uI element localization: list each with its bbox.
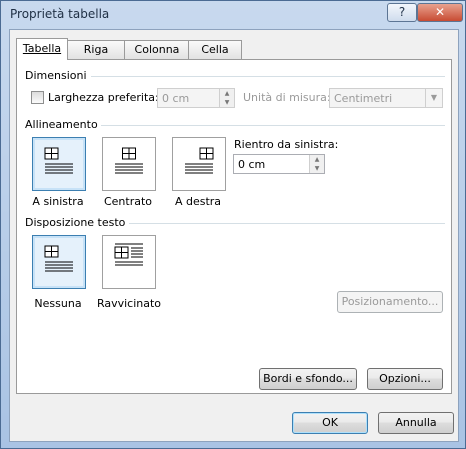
ok-button[interactable]: OK (292, 412, 368, 434)
align-right-button[interactable] (172, 137, 226, 191)
wrap-around-icon (114, 243, 143, 266)
tab-label: Tabella (22, 42, 62, 55)
chevron-down-icon: ▼ (425, 89, 442, 107)
group-label-allineamento: Allineamento (25, 118, 98, 131)
wrap-none-icon (44, 245, 73, 272)
wrap-around-button[interactable] (102, 235, 156, 289)
align-center-icon (115, 147, 143, 174)
tab-riga[interactable]: Riga (66, 40, 126, 59)
align-right-caption: A destra (174, 195, 222, 208)
preferred-width-input[interactable]: 0 cm ▲ ▼ (157, 88, 235, 108)
group-divider (101, 125, 445, 126)
unit-value: Centimetri (334, 92, 393, 105)
tab-panel-tabella: Dimensioni Larghezza preferita: 0 cm ▲ ▼ … (16, 59, 452, 394)
tab-tabella[interactable]: Tabella (16, 38, 68, 60)
title-bar[interactable]: Proprietà tabella ? ✕ (1, 1, 465, 27)
indent-value: 0 cm (238, 158, 266, 171)
align-left-icon (44, 147, 73, 174)
group-divider (91, 76, 445, 77)
positioning-button[interactable]: Posizionamento... (337, 291, 443, 313)
preferred-width-value: 0 cm (162, 92, 190, 105)
tab-colonna[interactable]: Colonna (124, 40, 190, 59)
dialog-window: Proprietà tabella ? ✕ Tabella Riga Colon… (0, 0, 466, 449)
cancel-button[interactable]: Annulla (378, 412, 454, 434)
unit-select[interactable]: Centimetri ▼ (329, 88, 443, 108)
group-label-disposizione: Disposizione testo (25, 216, 126, 229)
spin-arrows-icon[interactable]: ▲ ▼ (219, 89, 234, 107)
align-right-icon (185, 147, 214, 174)
borders-shading-button[interactable]: Bordi e sfondo... (259, 368, 357, 390)
help-button[interactable]: ? (387, 3, 417, 22)
options-button[interactable]: Opzioni... (367, 368, 443, 390)
wrap-none-caption: Nessuna (34, 297, 82, 310)
group-label-dimensioni: Dimensioni (25, 69, 87, 82)
close-button[interactable]: ✕ (417, 3, 463, 22)
group-divider (129, 223, 445, 224)
align-center-caption: Centrato (103, 195, 153, 208)
wrap-none-button[interactable] (32, 235, 86, 289)
align-center-button[interactable] (102, 137, 156, 191)
align-left-caption: A sinistra (32, 195, 84, 208)
tab-cella[interactable]: Cella (188, 40, 242, 59)
unit-label: Unità di misura: (243, 91, 331, 104)
indent-label: Rientro da sinistra: (234, 138, 339, 151)
dialog-title: Proprietà tabella (10, 7, 110, 21)
preferred-width-checkbox[interactable] (31, 91, 44, 104)
preferred-width-label: Larghezza preferita: (48, 91, 159, 104)
align-left-button[interactable] (32, 137, 86, 191)
indent-input[interactable]: 0 cm ▲ ▼ (233, 154, 325, 174)
spin-arrows-icon[interactable]: ▲ ▼ (309, 155, 324, 173)
wrap-around-caption: Ravvicinato (96, 297, 162, 310)
dialog-body: Tabella Riga Colonna Cella Dimensioni La… (9, 29, 459, 442)
